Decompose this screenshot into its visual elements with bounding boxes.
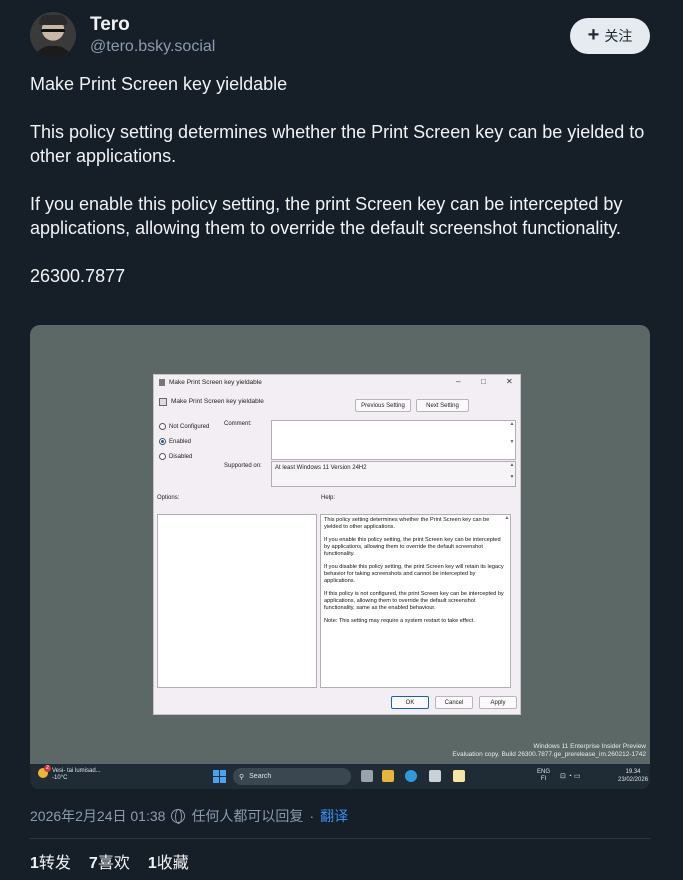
dialog-title: Make Print Screen key yieldable <box>169 379 262 386</box>
radio-not-configured[interactable]: Not Configured <box>159 423 209 430</box>
post-text: Make Print Screen key yieldable This pol… <box>30 72 655 288</box>
follow-label: 关注 <box>604 28 633 44</box>
radio-dot <box>159 453 166 460</box>
watermark-line: Evaluation copy. Build 26300.7877.ge_pre… <box>452 751 646 758</box>
radio-label: Not Configured <box>169 423 210 430</box>
keyboard-layout: FI <box>540 776 547 782</box>
meta-separator: · <box>309 808 315 824</box>
clock-time: 19.34 <box>625 769 641 775</box>
radio-label: Enabled <box>169 438 192 445</box>
post-paragraph: This policy setting determines whether t… <box>30 122 645 166</box>
divider <box>30 838 650 839</box>
comment-label: Comment: <box>224 421 252 427</box>
scrollbar[interactable]: ▲ ▼ <box>509 462 515 486</box>
scrollbar[interactable]: ▲ <box>504 515 510 687</box>
bookmarks-stat[interactable]: 1收藏 <box>148 849 189 873</box>
avatar[interactable] <box>30 12 76 58</box>
post-stats: 1转发 7喜欢 1收藏 <box>30 849 189 873</box>
task-view-icon[interactable] <box>361 770 373 782</box>
help-label: Help: <box>321 495 336 501</box>
language-code: ENG <box>537 769 551 775</box>
reply-setting: 任何人都可以回复 <box>191 808 304 824</box>
bookmarks-label: 收藏 <box>156 855 189 872</box>
policy-dialog: Make Print Screen key yieldable – □ ✕ Ma… <box>153 374 521 715</box>
help-paragraph: If you enable this policy setting, the p… <box>324 537 501 557</box>
help-paragraph: This policy setting determines whether t… <box>324 517 490 530</box>
post-paragraph: Make Print Screen key yieldable <box>30 74 288 94</box>
reposts-stat[interactable]: 1转发 <box>30 849 71 873</box>
dialog-titlebar: Make Print Screen key yieldable – □ ✕ <box>154 375 520 390</box>
clock-date: 23/02/2026 <box>618 777 649 783</box>
post-timestamp[interactable]: 2026年2月24日 01:38 <box>30 806 165 826</box>
ok-button[interactable]: OK <box>391 696 429 709</box>
avatar-glasses <box>41 29 65 35</box>
minimize-icon[interactable]: – <box>456 377 460 386</box>
radio-label: Disabled <box>169 453 193 460</box>
post-image[interactable]: Make Print Screen key yieldable – □ ✕ Ma… <box>30 325 650 789</box>
globe-icon <box>171 809 186 824</box>
taskbar-clock[interactable]: 19.34 23/02/2026 <box>618 768 648 784</box>
close-icon[interactable]: ✕ <box>506 377 513 386</box>
dialog-header: Make Print Screen key yieldable <box>171 398 264 405</box>
radio-dot <box>159 423 166 430</box>
likes-label: 喜欢 <box>97 855 130 872</box>
comment-field[interactable]: ▲ ▼ <box>271 420 516 460</box>
help-panel[interactable]: This policy setting determines whether t… <box>320 514 511 688</box>
avatar-shirt <box>34 46 72 58</box>
cancel-button[interactable]: Cancel <box>435 696 473 709</box>
reposts-count: 1 <box>30 855 39 872</box>
previous-setting-button[interactable]: Previous Setting <box>355 399 411 412</box>
avatar-hair <box>39 15 67 25</box>
supported-on-value: At least Windows 11 Version 24H2 <box>275 465 367 471</box>
options-label: Options: <box>157 495 180 501</box>
notepad-icon[interactable] <box>453 770 465 782</box>
notification-badge: 2 <box>44 765 51 772</box>
post-paragraph: If you enable this policy setting, the p… <box>30 194 623 238</box>
weather-temp: -10°C <box>52 775 68 781</box>
likes-count: 7 <box>88 855 98 872</box>
bookmarks-count: 1 <box>147 855 157 872</box>
apply-button[interactable]: Apply <box>479 696 517 709</box>
weather-widget[interactable]: 2 Vesi- tai lumisad... -10°C <box>38 765 101 782</box>
watermark-line: Windows 11 Enterprise Insider Preview <box>533 743 646 750</box>
setting-icon <box>159 398 167 406</box>
edge-icon[interactable] <box>405 770 417 782</box>
author-handle[interactable]: @tero.bsky.social <box>90 38 215 56</box>
supported-on-field: At least Windows 11 Version 24H2 ▲ ▼ <box>271 461 516 487</box>
reposts-label: 转发 <box>38 855 71 872</box>
radio-disabled[interactable]: Disabled <box>159 453 192 460</box>
language-indicator[interactable]: ENG FI <box>537 769 550 783</box>
search-icon: ⚲ <box>239 773 245 781</box>
search-placeholder: Search <box>249 773 272 780</box>
scrollbar[interactable]: ▲ ▼ <box>509 421 515 459</box>
help-paragraph: Note: This setting may require a system … <box>324 618 475 624</box>
file-explorer-icon[interactable] <box>382 770 394 782</box>
weather-text: Vesi- tai lumisad... <box>52 768 101 774</box>
author-name[interactable]: Tero <box>90 14 130 36</box>
radio-enabled[interactable]: Enabled <box>159 438 191 445</box>
help-paragraph: If you disable this policy setting, the … <box>324 564 504 584</box>
maximize-icon[interactable]: □ <box>481 377 486 386</box>
radio-dot-selected <box>159 438 166 445</box>
windows-start-icon[interactable] <box>213 770 226 783</box>
translate-link[interactable]: 翻译 <box>320 806 348 826</box>
weather-icon: 2 <box>38 765 51 778</box>
system-tray-icons[interactable]: ⊡ ◔ ▭ <box>560 772 581 780</box>
help-paragraph: If this policy is not configured, the pr… <box>324 591 504 611</box>
windows-watermark: Windows 11 Enterprise Insider Preview Ev… <box>452 743 646 759</box>
options-panel <box>157 514 317 688</box>
plus-icon: + <box>587 24 600 46</box>
supported-on-label: Supported on: <box>224 463 262 469</box>
likes-stat[interactable]: 7喜欢 <box>89 849 130 873</box>
next-setting-button[interactable]: Next Setting <box>416 399 469 412</box>
store-icon[interactable] <box>429 770 441 782</box>
follow-button[interactable]: + 关注 <box>570 18 650 54</box>
post-meta: 2026年2月24日 01:38 任何人都可以回复 · 翻译 <box>30 806 348 826</box>
taskbar-search[interactable]: ⚲ Search <box>233 768 351 785</box>
taskbar: 2 Vesi- tai lumisad... -10°C ⚲ Search EN… <box>30 764 650 789</box>
post-paragraph: 26300.7877 <box>30 266 126 286</box>
policy-icon <box>159 379 165 386</box>
